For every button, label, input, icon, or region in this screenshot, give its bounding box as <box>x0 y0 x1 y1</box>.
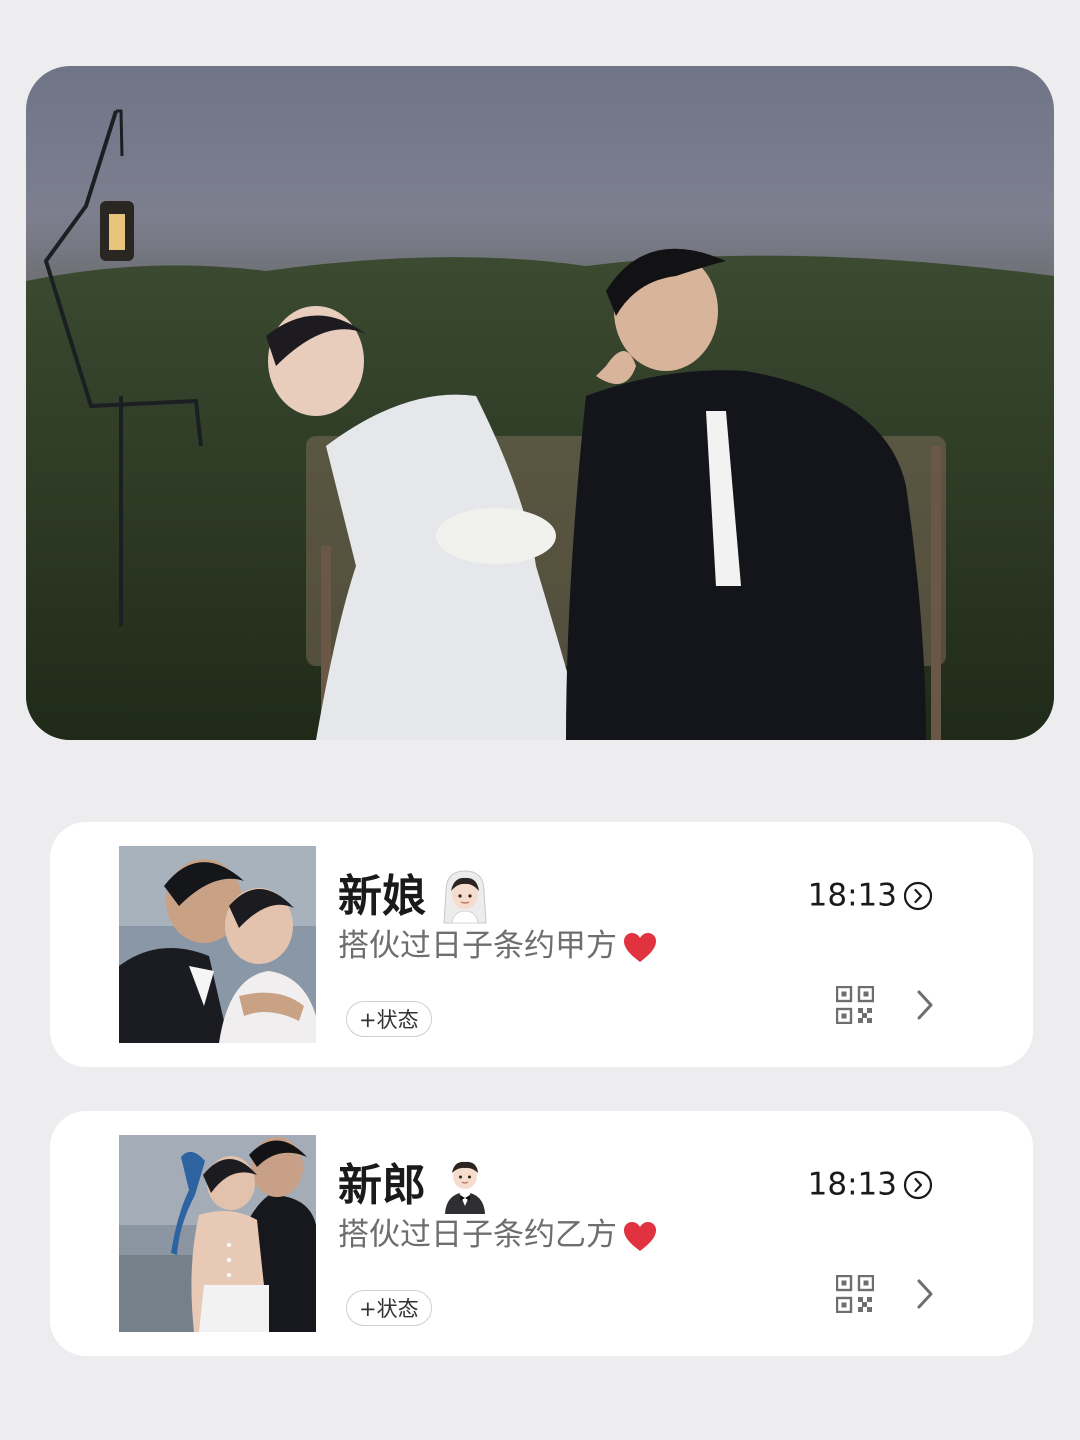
last-active-time[interactable]: 18:13 <box>808 1163 933 1205</box>
profile-name-text: 新娘 <box>338 871 426 922</box>
circle-chevron-right-icon <box>903 881 933 911</box>
time-text: 18:13 <box>807 1166 897 1203</box>
qr-code-icon[interactable] <box>835 985 875 1025</box>
red-heart-icon <box>623 1221 657 1253</box>
red-heart-icon <box>623 932 657 964</box>
avatar[interactable] <box>119 846 316 1043</box>
last-active-time[interactable]: 18:13 <box>808 874 933 916</box>
profile-name: 新娘 <box>338 860 490 932</box>
circle-chevron-right-icon <box>903 1170 933 1200</box>
signature-text: 搭伙过日子条约乙方 <box>338 1217 617 1253</box>
profile-card-bride[interactable]: 新娘 搭伙过日子条约甲方 +状态 18:13 <box>50 822 1033 1067</box>
add-status-button[interactable]: +状态 <box>346 1290 432 1326</box>
groom-in-tuxedo-emoji-icon <box>440 1158 490 1214</box>
signature-text: 搭伙过日子条约甲方 <box>338 928 617 964</box>
profile-card-groom[interactable]: 新郎 搭伙过日子条约乙方 +状态 18:13 <box>50 1111 1033 1356</box>
profile-name: 新郎 <box>338 1149 490 1221</box>
time-text: 18:13 <box>807 877 897 914</box>
avatar[interactable] <box>119 1135 316 1332</box>
profile-signature: 搭伙过日子条约乙方 <box>338 1213 657 1257</box>
chevron-right-icon[interactable] <box>914 988 936 1022</box>
profile-signature: 搭伙过日子条约甲方 <box>338 924 657 968</box>
add-status-button[interactable]: +状态 <box>346 1001 432 1037</box>
bride-with-veil-emoji-icon <box>440 869 490 925</box>
profile-name-text: 新郎 <box>338 1160 426 1211</box>
chevron-right-icon[interactable] <box>914 1277 936 1311</box>
hero-photo <box>26 66 1054 740</box>
qr-code-icon[interactable] <box>835 1274 875 1314</box>
